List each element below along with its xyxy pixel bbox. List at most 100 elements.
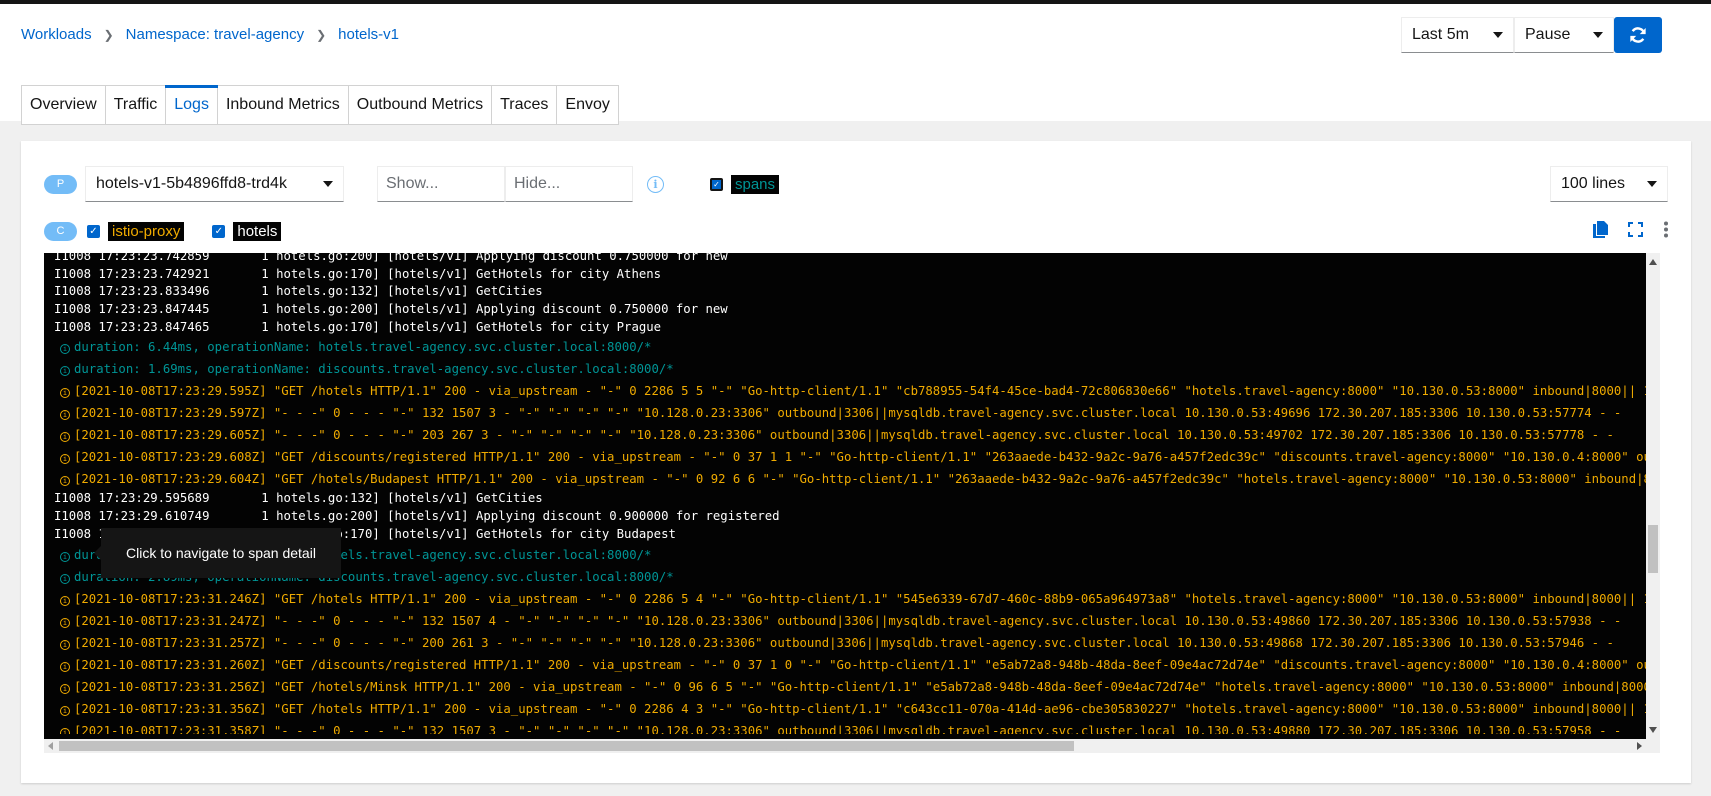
proxy-log-line: i [2021-10-08T17:23:31.257Z] "- - -" 0 - … — [44, 632, 1646, 654]
log-entry-marker-icon: i — [60, 661, 70, 672]
page-header: Workloads ❯ Namespace: travel-agency ❯ h… — [0, 4, 1711, 125]
kebab-icon[interactable] — [1663, 221, 1669, 238]
sync-icon — [1630, 27, 1646, 43]
scrollbar-corner — [1646, 739, 1660, 753]
log-line-text: [2021-10-08T17:23:29.604Z] "GET /hotels/… — [74, 472, 1646, 487]
show-filter-input[interactable] — [377, 166, 505, 202]
container-toolbar: C ✓ istio-proxy ✓ hotels — [44, 221, 282, 241]
vertical-scroll-thumb[interactable] — [1648, 525, 1658, 573]
log-line-text: [2021-10-08T17:23:29.605Z] "- - -" 0 - -… — [74, 428, 1614, 443]
horizontal-scroll-thumb[interactable] — [59, 741, 1074, 751]
copy-icon[interactable] — [1593, 221, 1608, 238]
log-line-text: I1008 17:23:23.742921 1 hotels.go:170] [… — [54, 266, 662, 281]
horizontal-scrollbar[interactable] — [44, 739, 1646, 753]
logs-card: P hotels-v1-5b4896ffd8-trd4k i ✓ spans 1… — [21, 141, 1691, 783]
log-line-text: [2021-10-08T17:23:31.256Z] "GET /hotels/… — [74, 679, 1646, 694]
proxy-log-line: i [2021-10-08T17:23:29.595Z] "GET /hotels… — [44, 380, 1646, 402]
log-line-text: [2021-10-08T17:23:31.257Z] "- - -" 0 - -… — [74, 635, 1614, 650]
caret-down-icon — [1593, 32, 1603, 38]
log-line-text: [2021-10-08T17:23:31.260Z] "GET /discoun… — [74, 657, 1646, 672]
check-icon: ✓ — [712, 179, 721, 189]
proxy-log-line: i [2021-10-08T17:23:31.256Z] "GET /hotels… — [44, 676, 1646, 698]
time-range-select[interactable]: Last 5m — [1401, 17, 1514, 53]
pod-select[interactable]: hotels-v1-5b4896ffd8-trd4k — [85, 166, 344, 202]
caret-down-icon — [323, 181, 333, 187]
app-log-line: I1008 17:23:23.742859 1 hotels.go:200] [… — [44, 253, 1646, 266]
check-icon: ✓ — [89, 225, 98, 237]
log-line-text: duration: 6.44ms, operationName: hotels.… — [74, 340, 652, 355]
span-log-line[interactable]: i duration: 6.44ms, operationName: hotels… — [44, 336, 1646, 358]
breadcrumb-workload[interactable]: hotels-v1 — [338, 26, 399, 43]
proxy-log-line: i [2021-10-08T17:23:31.358Z] "- - -" 0 - … — [44, 720, 1646, 734]
pod-badge: P — [44, 174, 77, 194]
log-actions — [1593, 221, 1669, 238]
proxy-log-line: i [2021-10-08T17:23:31.247Z] "- - -" 0 - … — [44, 610, 1646, 632]
refresh-interval-value: Pause — [1525, 26, 1571, 43]
istio-proxy-checkbox[interactable]: ✓ — [87, 224, 100, 238]
log-entry-marker-icon: i — [60, 617, 70, 628]
vertical-scrollbar[interactable] — [1646, 253, 1660, 739]
expand-icon[interactable] — [1628, 222, 1643, 237]
proxy-log-line: i [2021-10-08T17:23:29.608Z] "GET /discou… — [44, 446, 1646, 468]
container-badge: C — [44, 221, 77, 241]
pod-select-value: hotels-v1-5b4896ffd8-trd4k — [96, 175, 287, 192]
log-entry-marker-icon: i — [60, 683, 70, 694]
log-line-text: I1008 17:23:29.595689 1 hotels.go:132] [… — [54, 491, 543, 506]
caret-down-icon — [1647, 181, 1657, 187]
log-entry-marker-icon: i — [60, 476, 70, 487]
log-entry-marker-icon: i — [60, 727, 70, 734]
log-entry-marker-icon: i — [60, 344, 70, 355]
tab-envoy[interactable]: Envoy — [557, 86, 617, 124]
refresh-interval-select[interactable]: Pause — [1514, 17, 1614, 53]
breadcrumb-namespace[interactable]: Namespace: travel-agency — [126, 26, 304, 43]
proxy-log-line: i [2021-10-08T17:23:29.605Z] "- - -" 0 - … — [44, 424, 1646, 446]
caret-down-icon — [1493, 32, 1503, 38]
app-log-line: I1008 17:23:29.610749 1 hotels.go:200] [… — [44, 508, 1646, 526]
log-entry-marker-icon: i — [60, 573, 70, 584]
app-log-line: I1008 17:23:29.595689 1 hotels.go:132] [… — [44, 490, 1646, 508]
scroll-right-icon[interactable] — [1637, 742, 1642, 750]
info-icon[interactable]: i — [647, 175, 664, 193]
breadcrumb-workloads[interactable]: Workloads — [21, 26, 92, 43]
scroll-up-icon[interactable] — [1649, 259, 1657, 265]
log-entry-marker-icon: i — [60, 705, 70, 716]
tab-overview[interactable]: Overview — [22, 86, 106, 124]
proxy-log-line: i [2021-10-08T17:23:31.260Z] "GET /discou… — [44, 654, 1646, 676]
span-log-line[interactable]: i duration: 1.69ms, operationName: discou… — [44, 358, 1646, 380]
log-line-text: [2021-10-08T17:23:29.595Z] "GET /hotels … — [74, 384, 1646, 399]
refresh-button[interactable] — [1614, 17, 1662, 53]
tab-logs[interactable]: Logs — [165, 85, 218, 124]
app-log-line: I1008 17:23:23.847465 1 hotels.go:170] [… — [44, 319, 1646, 337]
scroll-down-icon[interactable] — [1649, 727, 1657, 733]
chevron-right-icon: ❯ — [103, 27, 114, 42]
log-viewer: I1008 17:23:23.742859 1 hotels.go:200] [… — [44, 253, 1660, 753]
refresh-controls: Last 5m Pause — [1401, 17, 1662, 53]
log-line-text: I1008 17:23:23.847465 1 hotels.go:170] [… — [54, 319, 662, 334]
log-entry-marker-icon: i — [60, 454, 70, 465]
hide-filter-input[interactable] — [505, 166, 633, 202]
spans-checkbox[interactable]: ✓ — [710, 177, 723, 191]
log-lines: I1008 17:23:23.742859 1 hotels.go:200] [… — [44, 253, 1646, 734]
app-log-line: I1008 17:23:23.742921 1 hotels.go:170] [… — [44, 266, 1646, 284]
tab-outbound-metrics[interactable]: Outbound Metrics — [349, 86, 493, 124]
tab-inbound-metrics[interactable]: Inbound Metrics — [218, 86, 349, 124]
hotels-label: hotels — [233, 221, 282, 241]
istio-proxy-label: istio-proxy — [108, 221, 185, 241]
scroll-left-icon[interactable] — [48, 742, 53, 750]
log-entry-marker-icon: i — [60, 432, 70, 443]
lines-select[interactable]: 100 lines — [1550, 166, 1668, 202]
app-log-line: I1008 17:23:23.833496 1 hotels.go:132] [… — [44, 283, 1646, 301]
log-line-text: [2021-10-08T17:23:31.246Z] "GET /hotels … — [74, 591, 1646, 606]
log-entry-marker-icon: i — [60, 595, 70, 606]
logs-toolbar: P hotels-v1-5b4896ffd8-trd4k i ✓ spans — [44, 166, 780, 202]
log-line-text: I1008 17:23:23.742859 1 hotels.go:200] [… — [54, 253, 728, 263]
log-line-text: I1008 17:23:29.610749 1 hotels.go:200] [… — [54, 509, 780, 524]
tab-traffic[interactable]: Traffic — [106, 86, 167, 124]
check-icon: ✓ — [214, 225, 224, 237]
app-log-line: I1008 17:23:23.847445 1 hotels.go:200] [… — [44, 301, 1646, 319]
tab-traces[interactable]: Traces — [492, 86, 558, 124]
log-line-text: [2021-10-08T17:23:31.247Z] "- - -" 0 - -… — [74, 613, 1622, 628]
chevron-right-icon: ❯ — [316, 27, 327, 42]
log-line-text: [2021-10-08T17:23:29.597Z] "- - -" 0 - -… — [74, 406, 1622, 421]
hotels-checkbox[interactable]: ✓ — [212, 224, 226, 238]
